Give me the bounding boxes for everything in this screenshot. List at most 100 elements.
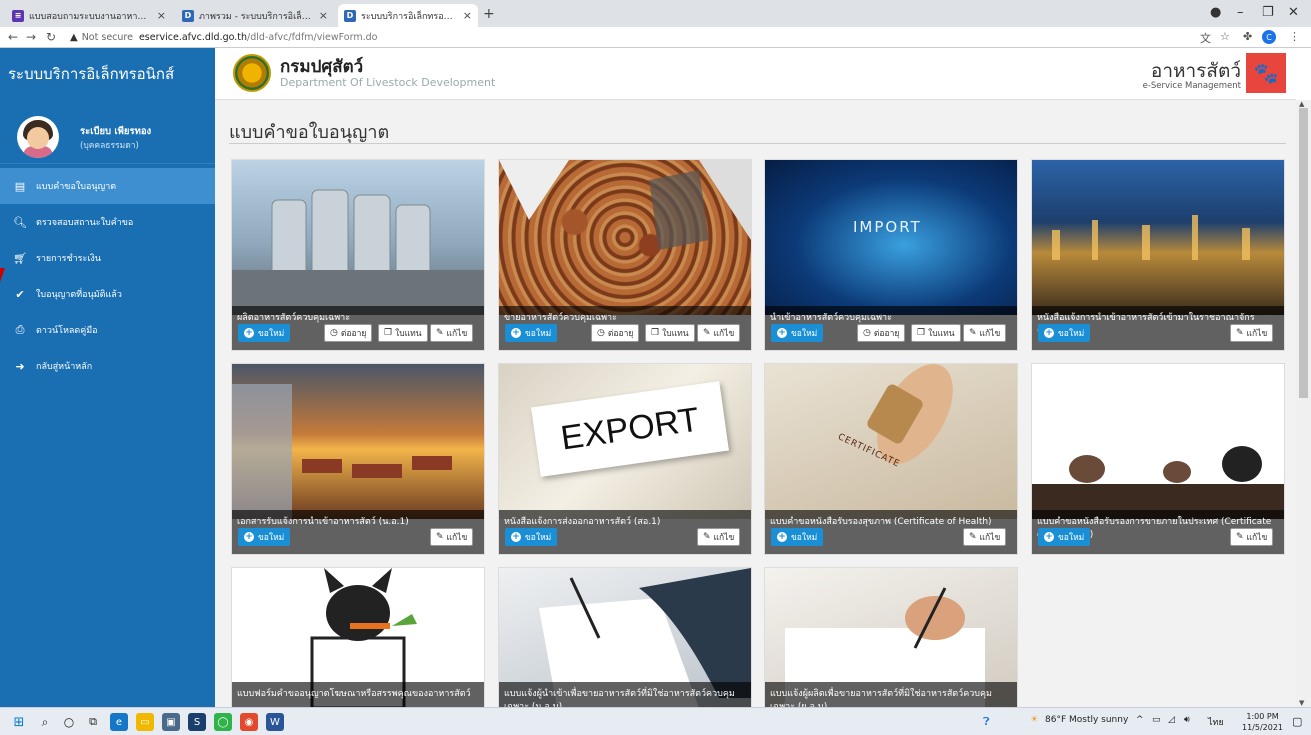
scroll-down-icon[interactable]: ▼ bbox=[1299, 699, 1304, 707]
edge-icon[interactable]: e bbox=[110, 713, 128, 731]
minimize-button[interactable]: – bbox=[1237, 5, 1244, 20]
card-actions: + ขอใหม่ ◷ ต่ออายุ ❐ ใบแทน ✎ แก้ไข bbox=[505, 324, 745, 344]
license-card: ผลิตอาหารสัตว์ควบคุมเฉพาะ + ขอใหม่ ◷ ต่ออา… bbox=[231, 159, 485, 351]
app-icon[interactable]: S bbox=[188, 713, 206, 731]
tray-chevron-icon[interactable]: ^ bbox=[1136, 715, 1144, 725]
language-indicator[interactable]: ไทย bbox=[1208, 715, 1224, 729]
card-actions: + ขอใหม่ ✎ แก้ไข bbox=[771, 528, 1011, 548]
notifications-icon[interactable]: ▢ bbox=[1292, 715, 1302, 728]
windows-start-icon[interactable]: ⊞ bbox=[10, 713, 28, 731]
plus-icon: + bbox=[511, 328, 521, 338]
license-card: EXPORT หนังสือแจ้งการส่งออกอาหารสัตว์ (ส… bbox=[498, 363, 752, 555]
scroll-up-icon[interactable]: ▲ bbox=[1299, 100, 1304, 108]
line-icon[interactable]: ◯ bbox=[214, 713, 232, 731]
back-icon[interactable]: ← bbox=[8, 30, 18, 44]
edit-button[interactable]: ✎ แก้ไข bbox=[430, 324, 474, 342]
warning-icon: ▲ bbox=[70, 32, 78, 43]
close-icon[interactable]: × bbox=[319, 9, 328, 22]
renew-button[interactable]: ◷ ต่ออายุ bbox=[324, 324, 373, 342]
check-circle-icon: ✔ bbox=[15, 287, 25, 301]
edit-button[interactable]: ✎ แก้ไข bbox=[1230, 324, 1274, 342]
form-icon: ≡ bbox=[12, 9, 24, 22]
copy-icon: ❐ bbox=[651, 328, 660, 338]
replacement-button[interactable]: ❐ ใบแทน bbox=[378, 324, 428, 342]
card-image-port-sunset bbox=[232, 364, 484, 519]
task-view-icon[interactable]: ⧉ bbox=[84, 713, 102, 731]
edit-button[interactable]: ✎ แก้ไข bbox=[963, 324, 1007, 342]
browser-tab-survey[interactable]: ≡ แบบสอบถามระบบงานอาหารสัตว์ - Go × bbox=[6, 4, 172, 27]
file-explorer-icon[interactable]: ▭ bbox=[136, 713, 154, 731]
card-image-import: IMPORT bbox=[765, 160, 1017, 315]
new-request-button[interactable]: + ขอใหม่ bbox=[1038, 528, 1091, 546]
close-icon[interactable]: × bbox=[157, 9, 166, 22]
search-icon[interactable]: ⌕ bbox=[36, 713, 54, 731]
help-icon[interactable]: ❓︎ bbox=[983, 715, 990, 729]
card-caption: แบบแจ้งผู้นำเข้าเพื่อขายอาหารสัตว์ที่มิใ… bbox=[499, 682, 751, 707]
window-close-button[interactable]: ✕ bbox=[1288, 5, 1299, 20]
close-icon[interactable]: × bbox=[463, 9, 472, 22]
clock-icon: ◷ bbox=[330, 328, 338, 338]
app-header: กรมปศุสัตว์ Department Of Livestock Deve… bbox=[215, 48, 1296, 100]
restore-button[interactable]: ❐ bbox=[1262, 5, 1274, 20]
browser-tab-overview[interactable]: D ภาพรวม - ระบบบริการอิเล็กทรอนิกส์ × bbox=[176, 4, 334, 27]
new-request-button[interactable]: + ขอใหม่ bbox=[771, 528, 824, 546]
new-request-button[interactable]: + ขอใหม่ bbox=[238, 528, 291, 546]
renew-button[interactable]: ◷ ต่ออายุ bbox=[857, 324, 906, 342]
forward-icon[interactable]: → bbox=[26, 30, 36, 44]
extensions-icon[interactable]: ✤ bbox=[1243, 30, 1252, 43]
url-field[interactable]: ▲ Not secure eservice.afvc.dld.go.th /dl… bbox=[70, 30, 377, 45]
plus-icon: + bbox=[1044, 532, 1054, 542]
cortana-icon[interactable]: ○ bbox=[60, 713, 78, 731]
weather-text[interactable]: 86°F Mostly sunny bbox=[1045, 715, 1128, 725]
star-icon[interactable]: ☆ bbox=[1220, 30, 1230, 43]
new-request-button[interactable]: + ขอใหม่ bbox=[505, 528, 558, 546]
plus-icon: + bbox=[777, 328, 787, 338]
page-scrollbar[interactable]: ▲ ▼ bbox=[1296, 100, 1311, 707]
sidebar-item-download-manual[interactable]: ⎙ ดาวน์โหลดคู่มือ bbox=[0, 312, 215, 348]
sidebar-item-license-forms[interactable]: ▤ แบบคำขอใบอนุญาต bbox=[0, 168, 215, 204]
sidebar-item-home[interactable]: ➜ กลับสู่หน้าหลัก bbox=[0, 348, 215, 384]
renew-button[interactable]: ◷ ต่ออายุ bbox=[591, 324, 640, 342]
translate-icon[interactable]: 文 bbox=[1200, 30, 1211, 46]
sidebar-item-approved-licenses[interactable]: ✔ ใบอนุญาตที่อนุมัติแล้ว bbox=[0, 276, 215, 312]
reload-icon[interactable]: ↻ bbox=[46, 30, 56, 44]
card-image-stamp: CERTIFICATE bbox=[765, 364, 1017, 519]
edit-button[interactable]: ✎ แก้ไข bbox=[430, 528, 474, 546]
new-request-button[interactable]: + ขอใหม่ bbox=[505, 324, 558, 342]
word-icon[interactable]: W bbox=[266, 713, 284, 731]
card-image-export: EXPORT bbox=[499, 364, 751, 519]
record-icon[interactable]: ● bbox=[1210, 5, 1221, 20]
sidebar-item-check-status[interactable]: 🔍︎ ตรวจสอบสถานะใบคำขอ bbox=[0, 204, 215, 240]
edit-button[interactable]: ✎ แก้ไข bbox=[697, 528, 741, 546]
volume-icon[interactable]: 🔊︎ bbox=[1184, 715, 1190, 725]
copy-icon: ❐ bbox=[384, 328, 393, 338]
plus-icon: + bbox=[1044, 328, 1054, 338]
store-icon[interactable]: ▣ bbox=[162, 713, 180, 731]
new-request-button[interactable]: + ขอใหม่ bbox=[771, 324, 824, 342]
scroll-thumb[interactable] bbox=[1299, 108, 1308, 398]
sidebar-item-payments[interactable]: 🛒︎ รายการชำระเงิน bbox=[0, 240, 215, 276]
edit-button[interactable]: ✎ แก้ไข bbox=[697, 324, 741, 342]
replacement-button[interactable]: ❐ ใบแทน bbox=[645, 324, 695, 342]
browser-tab-eservice[interactable]: D ระบบบริการอิเล็กทรอนิกส์ × bbox=[338, 4, 478, 27]
sidebar-menu: ▤ แบบคำขอใบอนุญาต 🔍︎ ตรวจสอบสถานะใบคำขอ … bbox=[0, 168, 215, 384]
document-icon: ▤ bbox=[14, 179, 26, 193]
edit-button[interactable]: ✎ แก้ไข bbox=[1230, 528, 1274, 546]
new-request-button[interactable]: + ขอใหม่ bbox=[238, 324, 291, 342]
app-brand[interactable]: ระบบบริการอิเล็กทรอนิกส์ bbox=[0, 48, 215, 100]
import-image-text: IMPORT bbox=[853, 218, 922, 236]
replacement-button[interactable]: ❐ ใบแทน bbox=[911, 324, 961, 342]
new-request-button[interactable]: + ขอใหม่ bbox=[1038, 324, 1091, 342]
menu-dots-icon[interactable]: ⋮ bbox=[1289, 30, 1300, 43]
card-image-silo bbox=[232, 160, 484, 315]
new-tab-button[interactable]: + bbox=[483, 6, 495, 22]
plus-icon: + bbox=[511, 532, 521, 542]
clock[interactable]: 1:00 PM 11/5/2021 bbox=[1242, 711, 1283, 733]
logout-icon: ➜ bbox=[15, 359, 25, 373]
cart-icon: 🛒︎ bbox=[13, 251, 27, 265]
profile-avatar[interactable]: C bbox=[1262, 30, 1276, 44]
chrome-icon[interactable]: ◉ bbox=[240, 713, 258, 731]
main-content: แบบคำขอใบอนุญาต ผลิตอาหารสัตว์ควบคุมเฉพา… bbox=[215, 100, 1296, 707]
edit-button[interactable]: ✎ แก้ไข bbox=[963, 528, 1007, 546]
card-image-port-night bbox=[1032, 160, 1284, 315]
